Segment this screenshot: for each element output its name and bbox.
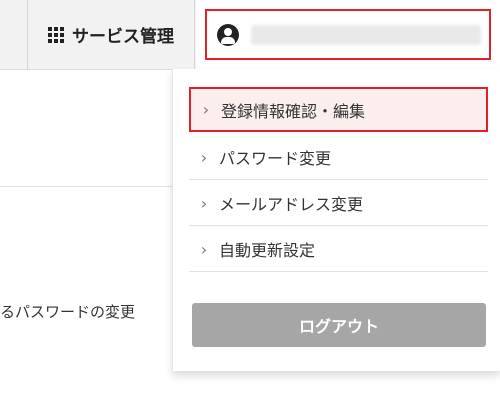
background-partial-text: るパスワードの変更: [0, 303, 136, 321]
top-header: サービス管理 ••••••••••••••••••••: [0, 0, 500, 70]
menu-item-label: パスワード変更: [219, 149, 332, 168]
chevron-right-icon: ›: [200, 147, 208, 167]
grid-icon: [48, 26, 64, 43]
menu-item-auto-renew[interactable]: › 自動更新設定: [189, 227, 488, 272]
menu-item-password-change[interactable]: › パスワード変更: [189, 135, 488, 180]
logout-button[interactable]: ログアウト: [192, 303, 486, 347]
user-name-blurred: ••••••••••••••••••••: [251, 25, 481, 45]
menu-item-label: 自動更新設定: [219, 241, 316, 260]
service-management-label: サービス管理: [72, 27, 174, 47]
chevron-right-icon: ›: [202, 100, 210, 119]
account-area: ••••••••••••••••••••: [196, 0, 500, 69]
chevron-right-icon: ›: [200, 239, 208, 259]
chevron-right-icon: ›: [200, 193, 208, 213]
account-dropdown-menu: › 登録情報確認・編集 › パスワード変更 › メールアドレス変更 › 自動更新…: [172, 69, 500, 371]
menu-item-email-change[interactable]: › メールアドレス変更: [189, 181, 488, 226]
user-icon: [217, 24, 239, 46]
menu-item-label: メールアドレス変更: [219, 195, 364, 214]
menu-item-profile-edit[interactable]: › 登録情報確認・編集: [189, 87, 488, 132]
account-menu-button[interactable]: ••••••••••••••••••••: [205, 9, 491, 60]
menu-item-label: 登録情報確認・編集: [221, 101, 366, 121]
service-management-button[interactable]: サービス管理: [27, 0, 195, 69]
page-divider: [0, 186, 180, 187]
